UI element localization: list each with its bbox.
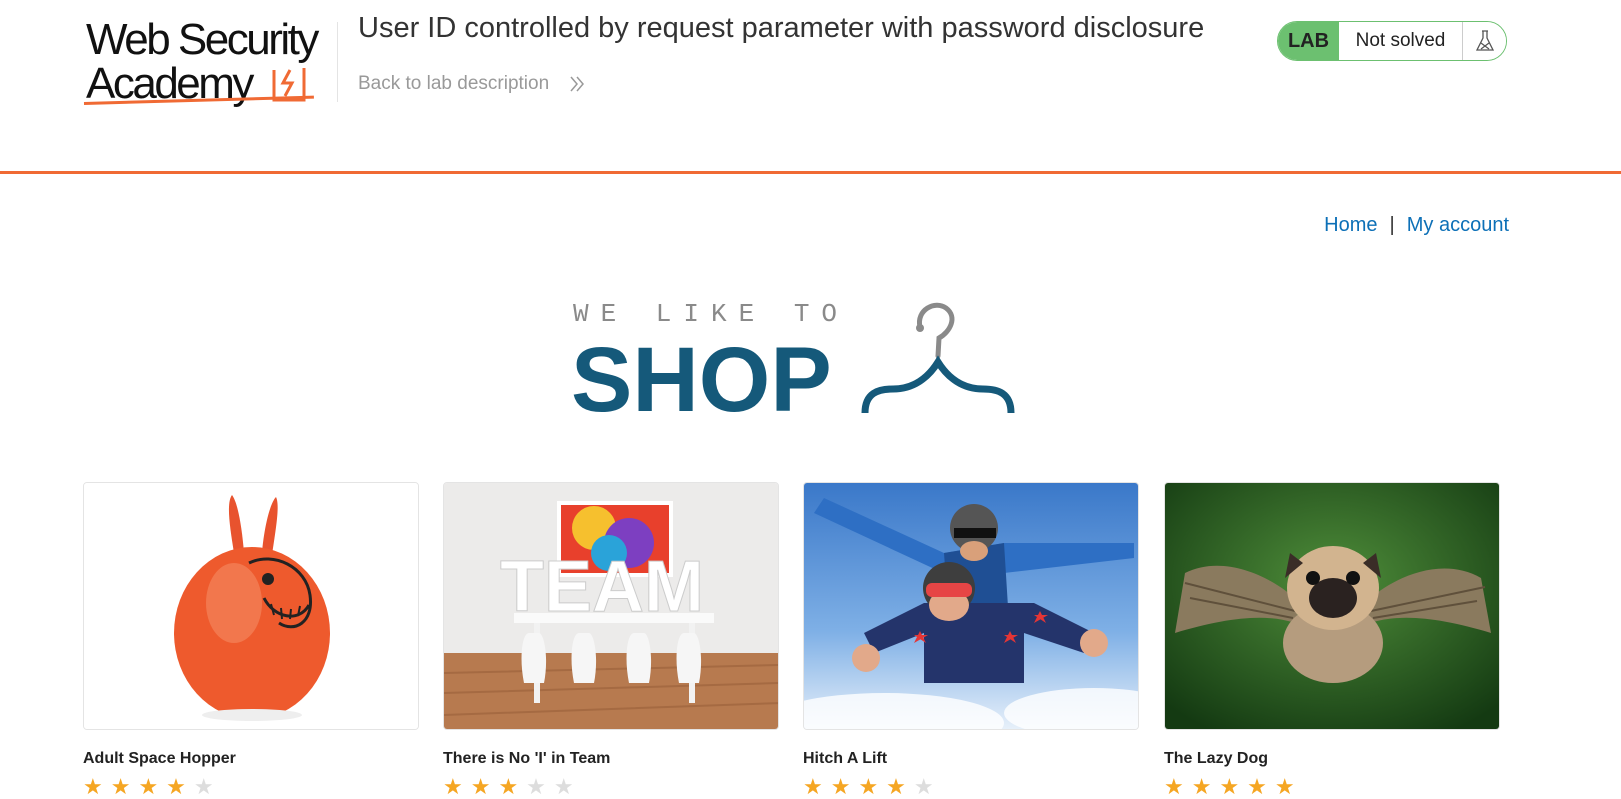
banner-tagline: WE LIKE TO — [573, 299, 849, 329]
product-card[interactable]: Hitch A Lift ★★★★★ — [803, 482, 1139, 798]
nav-separator: | — [1389, 214, 1395, 236]
logo-text-line-1: Web Security — [86, 15, 319, 64]
flask-icon[interactable] — [1463, 22, 1506, 60]
product-card[interactable]: The Lazy Dog ★★★★★ — [1164, 482, 1500, 798]
product-rating-stars: ★★★★★ — [1164, 774, 1303, 799]
header-divider — [337, 22, 338, 102]
product-image-team-room[interactable]: TEAM — [443, 482, 779, 730]
product-rating-stars: ★★★★★ — [443, 774, 582, 799]
product-image-space-hopper[interactable] — [83, 482, 419, 730]
product-image-skydivers[interactable] — [803, 482, 1139, 730]
logo-bolt-icon — [272, 68, 306, 102]
product-image-flying-pug[interactable] — [1164, 482, 1500, 730]
header-orange-rule — [0, 171, 1621, 174]
hanger-icon — [861, 302, 1015, 414]
lab-status-widget: LAB Not solved — [1277, 21, 1507, 61]
product-name: Adult Space Hopper — [83, 750, 236, 767]
banner-word: SHOP — [573, 329, 832, 423]
lab-badge: LAB — [1278, 22, 1339, 60]
lab-title: User ID controlled by request parameter … — [358, 12, 1205, 44]
nav-home-link[interactable]: Home — [1324, 214, 1377, 236]
product-name: The Lazy Dog — [1164, 750, 1269, 767]
product-rating-stars: ★★★★★ — [83, 774, 222, 799]
product-name: Hitch A Lift — [803, 750, 888, 767]
lab-status-text: Not solved — [1339, 22, 1463, 60]
product-card[interactable]: Adult Space Hopper ★★★★★ — [83, 482, 419, 798]
back-to-lab-description-link[interactable]: Back to lab description — [358, 73, 549, 95]
top-nav: Home | My account — [1324, 214, 1509, 237]
product-card[interactable]: TEAM There is No 'I' in Team ★★★★★ — [443, 482, 779, 798]
product-name: There is No 'I' in Team — [443, 750, 611, 767]
nav-my-account-link[interactable]: My account — [1407, 214, 1509, 236]
shop-banner-logo: WE LIKE TO SHOP — [573, 299, 1015, 423]
double-chevron-right-icon — [570, 76, 584, 92]
product-rating-stars: ★★★★★ — [803, 774, 942, 799]
